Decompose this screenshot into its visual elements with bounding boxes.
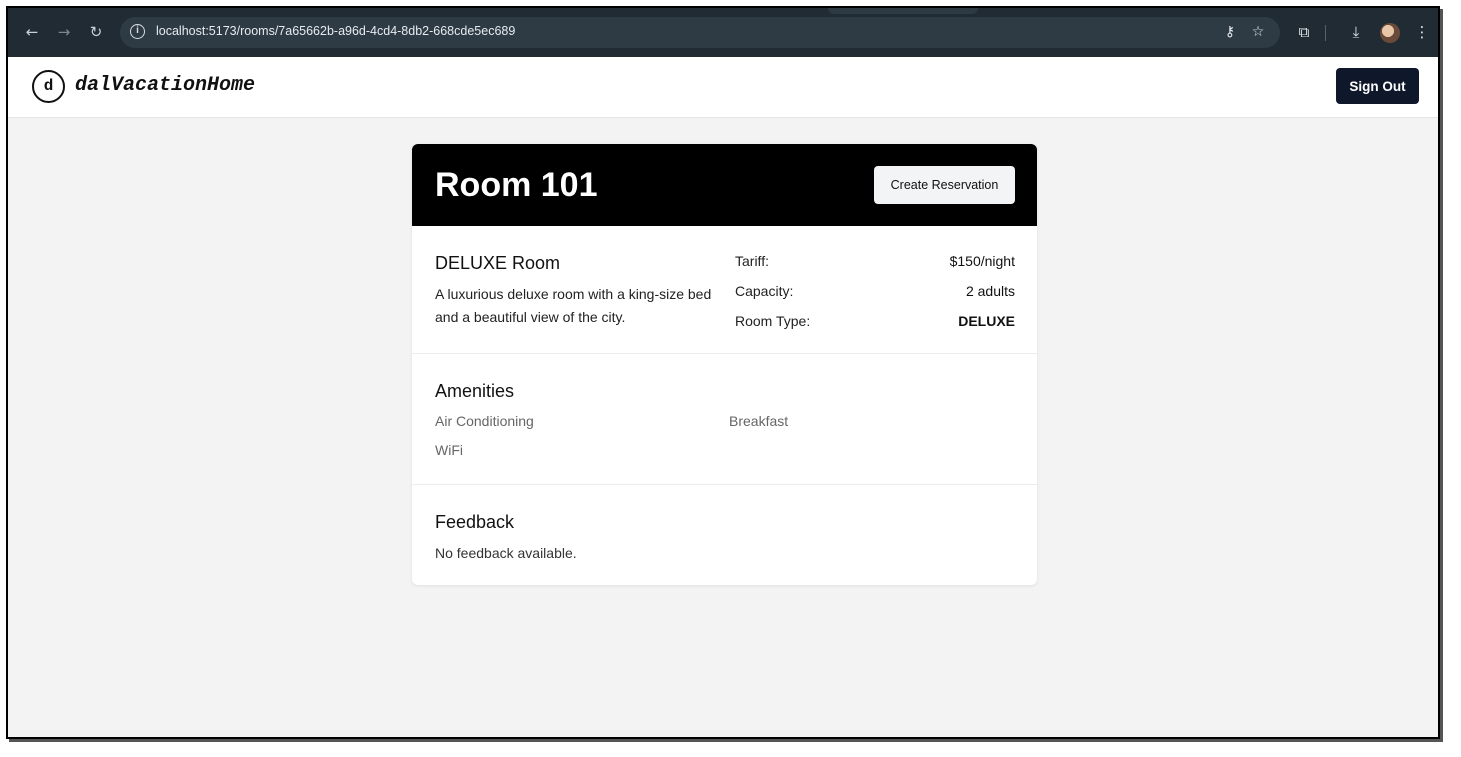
- room-details-section: DELUXE Room A luxurious deluxe room with…: [412, 226, 1037, 354]
- amenity-item: Breakfast: [729, 413, 789, 429]
- sign-out-button[interactable]: Sign Out: [1336, 68, 1419, 104]
- room-description: A luxurious deluxe room with a king-size…: [435, 286, 712, 325]
- feedback-empty-text: No feedback available.: [435, 545, 577, 561]
- capacity-value: 2 adults: [965, 283, 1015, 299]
- room-type-value: DELUXE: [958, 313, 1015, 329]
- browser-toolbar: ← → ↻ i localhost:5173/rooms/7a65662b-a9…: [8, 8, 1438, 57]
- kebab-menu-icon[interactable]: ⋮: [1412, 22, 1432, 42]
- arrow-right-icon[interactable]: →: [54, 22, 74, 42]
- app-header: d dalVacationHome Sign Out: [8, 57, 1438, 118]
- browser-window: ← → ↻ i localhost:5173/rooms/7a65662b-a9…: [6, 6, 1440, 739]
- tariff-value: $150/night: [949, 253, 1015, 269]
- profile-avatar[interactable]: [1380, 23, 1400, 43]
- capacity-label: Capacity:: [735, 283, 794, 299]
- address-bar[interactable]: i localhost:5173/rooms/7a65662b-a96d-4cd…: [120, 17, 1280, 48]
- amenities-section: Amenities Air Conditioning Breakfast WiF…: [412, 354, 1037, 485]
- amenity-item: Air Conditioning: [435, 413, 534, 429]
- reload-icon[interactable]: ↻: [86, 22, 106, 42]
- room-card: Room 101 Create Reservation DELUXE Room …: [412, 144, 1037, 585]
- tariff-label: Tariff:: [735, 253, 769, 269]
- amenity-item: WiFi: [435, 442, 463, 458]
- toolbar-divider: [1325, 25, 1326, 41]
- address-bar-url[interactable]: localhost:5173/rooms/7a65662b-a96d-4cd4-…: [156, 24, 515, 38]
- info-icon[interactable]: i: [130, 24, 145, 39]
- feedback-heading: Feedback: [435, 512, 515, 532]
- logo-mark[interactable]: d: [32, 70, 65, 103]
- feedback-section: Feedback No feedback available.: [412, 485, 1037, 585]
- tab-strip: [828, 8, 978, 14]
- room-title: Room 101: [435, 166, 598, 204]
- room-card-header: Room 101 Create Reservation: [412, 144, 1037, 226]
- brand-name[interactable]: dalVacationHome: [75, 74, 255, 97]
- download-icon[interactable]: ⤓: [1346, 22, 1366, 42]
- room-type-heading: DELUXE Room: [435, 253, 561, 273]
- arrow-left-icon[interactable]: ←: [22, 22, 42, 42]
- room-type-label: Room Type:: [735, 313, 811, 329]
- star-icon[interactable]: ☆: [1248, 22, 1268, 42]
- amenities-heading: Amenities: [435, 381, 515, 401]
- create-reservation-button[interactable]: Create Reservation: [874, 166, 1015, 204]
- puzzle-icon[interactable]: ⧉: [1294, 22, 1314, 42]
- key-icon[interactable]: ⚷: [1220, 22, 1240, 42]
